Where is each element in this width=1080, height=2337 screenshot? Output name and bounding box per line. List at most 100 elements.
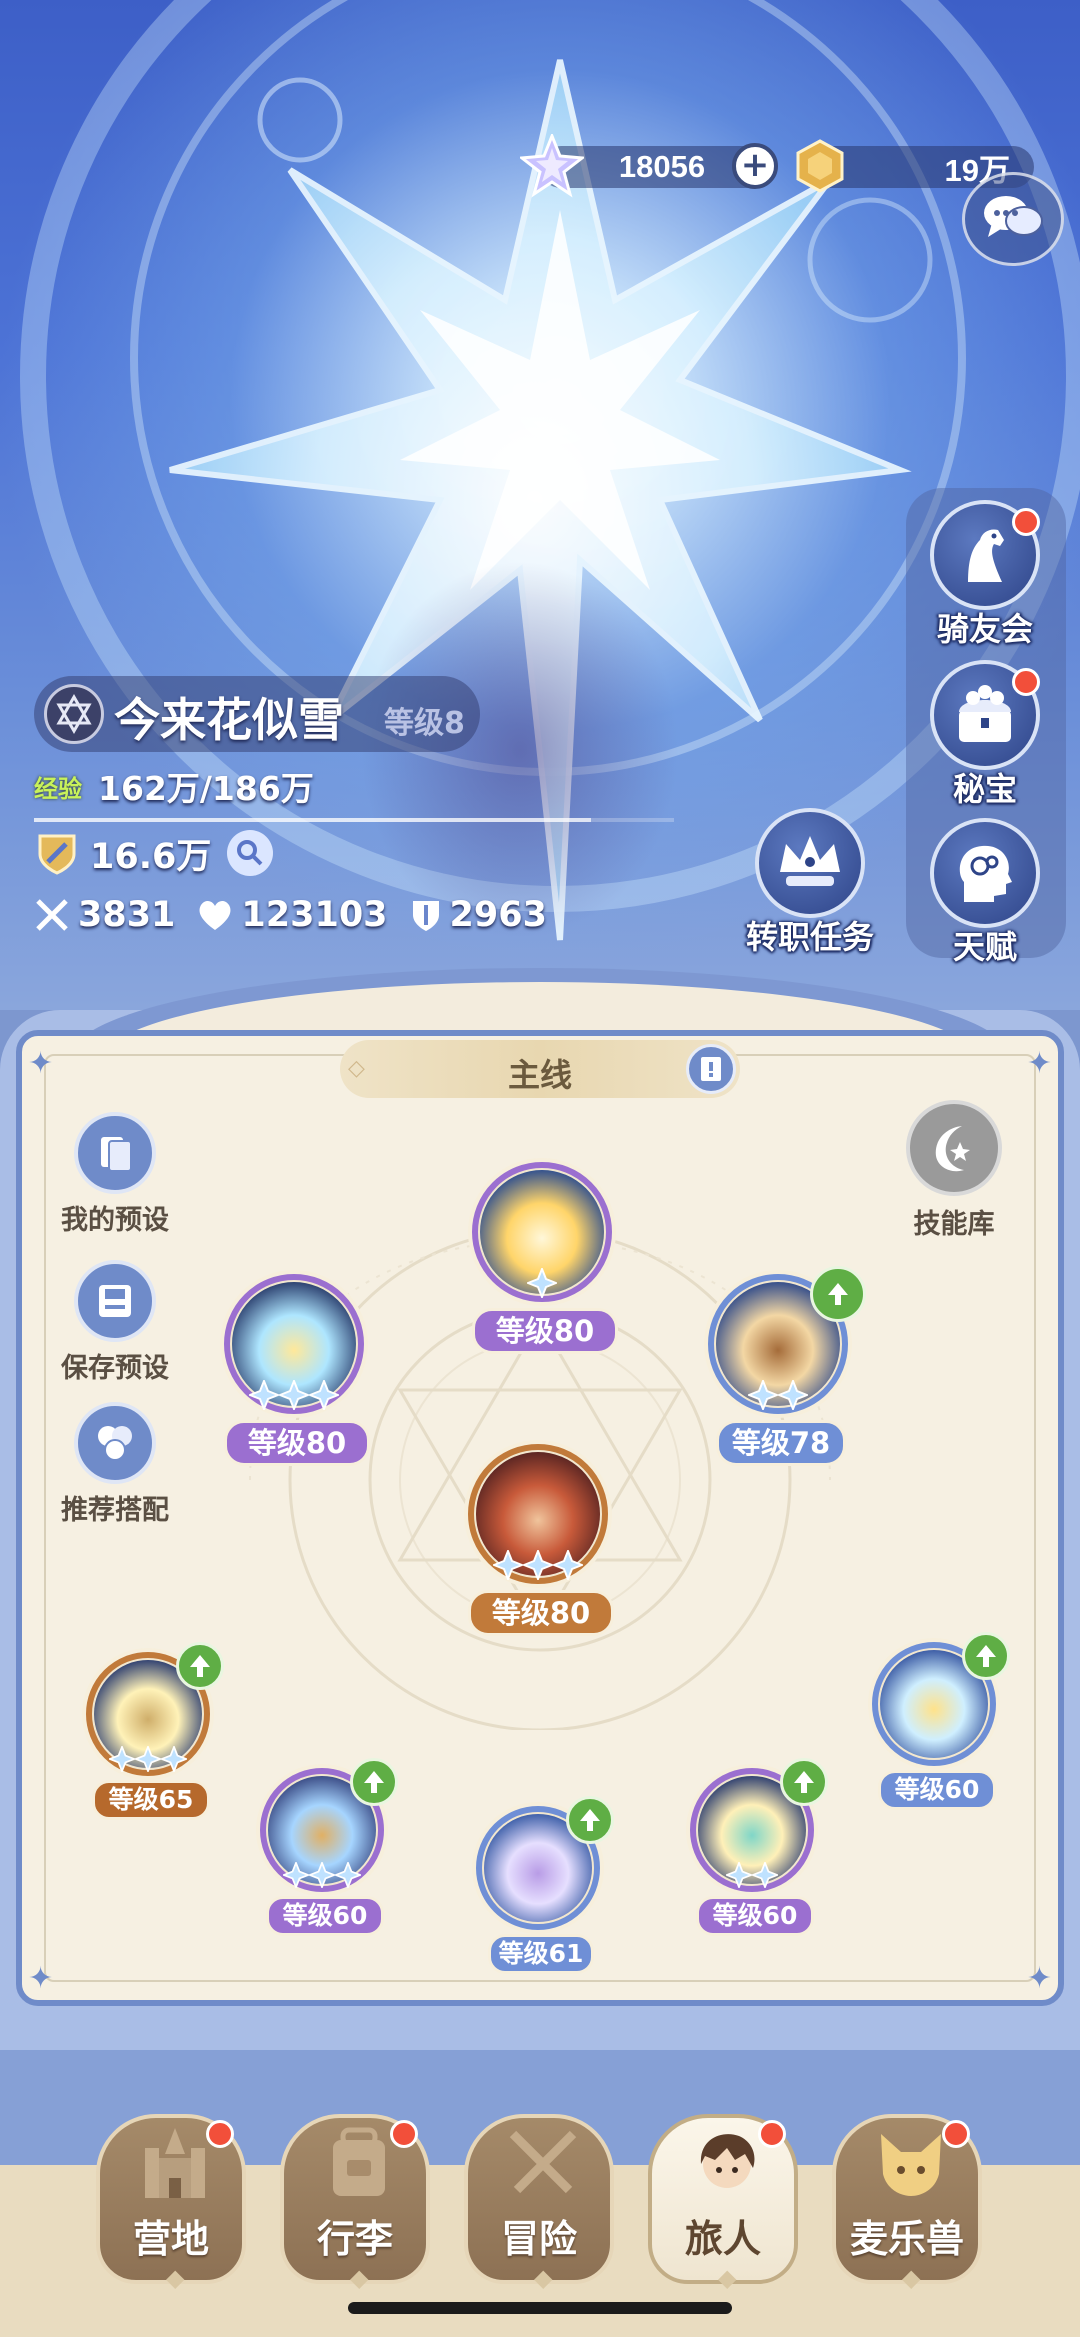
home-indicator [348,2302,732,2314]
skill-node-right[interactable]: 等级78 [708,1266,866,1466]
star-icon [523,1550,553,1580]
upgrade-arrow-icon[interactable] [350,1758,398,1806]
shield-sword-icon [38,834,76,875]
diamond-deco-icon: ◆ [902,2264,921,2292]
chat-bubbles-icon [984,196,1043,237]
combat-power-row: 16.6万 [34,830,274,877]
side-button-talent[interactable]: 天赋 [910,818,1060,968]
notification-dot [206,2120,234,2148]
mainline-tab[interactable]: ◇ 主线 [340,1040,740,1098]
side-button-treasure[interactable]: 秘宝 [910,660,1060,810]
corner-star-icon: ✦ [1026,1046,1052,1081]
skill-stars [249,1380,339,1410]
search-icon [237,840,263,866]
star-icon [279,1380,309,1410]
side-label-treasure: 秘宝 [952,770,1017,808]
skill-node-center[interactable]: 等级80 [468,1444,614,1636]
diamond-deco-icon: ◆ [718,2264,737,2292]
skill-level-badge: 等级80 [472,1308,618,1354]
hp-stat: 123103 [197,895,388,935]
player-name-plate[interactable]: 今来花似雪 等级8 [34,676,480,752]
recommend-icon [98,1426,132,1461]
crossed-swords-icon [509,2130,577,2194]
notification-dot [1012,508,1040,536]
gem-amount: 18056 [618,149,706,184]
skill-level-badge: 等级78 [716,1420,846,1466]
corner-star-icon: ✦ [1026,1961,1052,1996]
skill-node-p3[interactable]: 等级61 [476,1796,614,1974]
star-gem-icon [520,134,584,198]
combat-power-value: 16.6万 [90,836,212,877]
heart-icon [199,900,231,930]
upgrade-arrow-icon[interactable] [962,1632,1010,1680]
star-icon [748,1380,778,1410]
nav-adventure[interactable]: 冒险 ◆ [464,2114,614,2292]
side-button-riders-club[interactable]: 骑友会 [910,500,1060,650]
side-label-riders-club: 骑友会 [936,610,1033,648]
nav-pets[interactable]: 麦乐兽 ◆ [832,2114,982,2292]
skill-library-button[interactable]: 技能库 [894,1100,1014,1241]
skill-node-p1[interactable]: 等级65 [86,1642,224,1820]
recommended-build-button[interactable]: 推荐搭配 [40,1402,190,1527]
guide-book-button[interactable] [686,1044,736,1094]
nav-label-camp: 营地 [132,2217,209,2261]
star-icon [778,1380,808,1410]
diamond-deco-icon: ◆ [166,2264,185,2292]
skill-stars [109,1746,187,1772]
castle-icon [145,2128,205,2198]
traveler-avatar-icon [700,2134,755,2188]
left-action-circle [74,1402,156,1484]
skill-node-p5[interactable]: 等级60 [872,1632,1010,1810]
side-button-circle [930,818,1040,928]
nav-traveler[interactable]: 旅人 ◆ [648,2114,798,2292]
notification-dot [758,2120,786,2148]
notification-dot [390,2120,418,2148]
my-presets-button[interactable]: 我的预设 [40,1112,190,1237]
side-button-circle [930,660,1040,770]
corner-star-icon: ✦ [28,1961,54,1996]
backpack-icon [333,2127,385,2196]
nav-camp[interactable]: 营地 ◆ [96,2114,246,2292]
upgrade-arrow-icon[interactable] [810,1266,866,1322]
mainline-label: 主线 [507,1056,572,1094]
power-detail-button[interactable] [227,830,274,876]
defense-stat: 2963 [410,895,547,935]
upgrade-arrow-icon[interactable] [566,1796,614,1844]
job-quest-label: 转职任务 [745,918,874,956]
player-level: 等级8 [384,706,465,741]
skill-node-p2[interactable]: 等级60 [260,1758,398,1936]
nav-label-traveler: 旅人 [684,2217,761,2261]
side-button-circle [930,500,1040,610]
gold-coin-icon [796,139,844,193]
save-preset-button[interactable]: 保存预设 [40,1260,190,1385]
skill-level-badge: 等级65 [92,1780,210,1820]
save-preset-label: 保存预设 [61,1353,169,1384]
treasure-chest-icon [959,685,1011,742]
upgrade-arrow-icon[interactable] [176,1642,224,1690]
nav-label-luggage: 行李 [316,2217,393,2261]
skill-library-label: 技能库 [913,1209,995,1240]
skill-node-top[interactable]: 等级80 [472,1162,618,1354]
skill-node-left[interactable]: 等级80 [224,1274,370,1466]
skill-stars [493,1550,583,1580]
chat-button[interactable] [962,172,1064,266]
skill-level-badge: 等级80 [468,1590,614,1636]
add-gems-button[interactable]: + [732,143,778,189]
star-icon [527,1268,557,1298]
nav-luggage[interactable]: 行李 ◆ [280,2114,430,2292]
shield-icon [412,901,439,931]
corner-star-icon: ✦ [28,1046,54,1081]
star-icon [309,1862,335,1888]
exp-progress-bar [34,818,674,822]
skill-level-badge: 等级61 [488,1934,594,1974]
skill-level-badge: 等级60 [878,1770,996,1810]
skill-node-p4[interactable]: 等级60 [690,1758,828,1936]
exp-label: 经验 [34,774,82,803]
cards-icon [101,1137,132,1172]
star-icon [726,1862,752,1888]
book-icon [701,1057,721,1081]
stats-row: 3831 123103 2963 [34,892,569,938]
job-change-quest-button[interactable]: 转职任务 [730,808,890,958]
upgrade-arrow-icon[interactable] [780,1758,828,1806]
star-icon [553,1550,583,1580]
